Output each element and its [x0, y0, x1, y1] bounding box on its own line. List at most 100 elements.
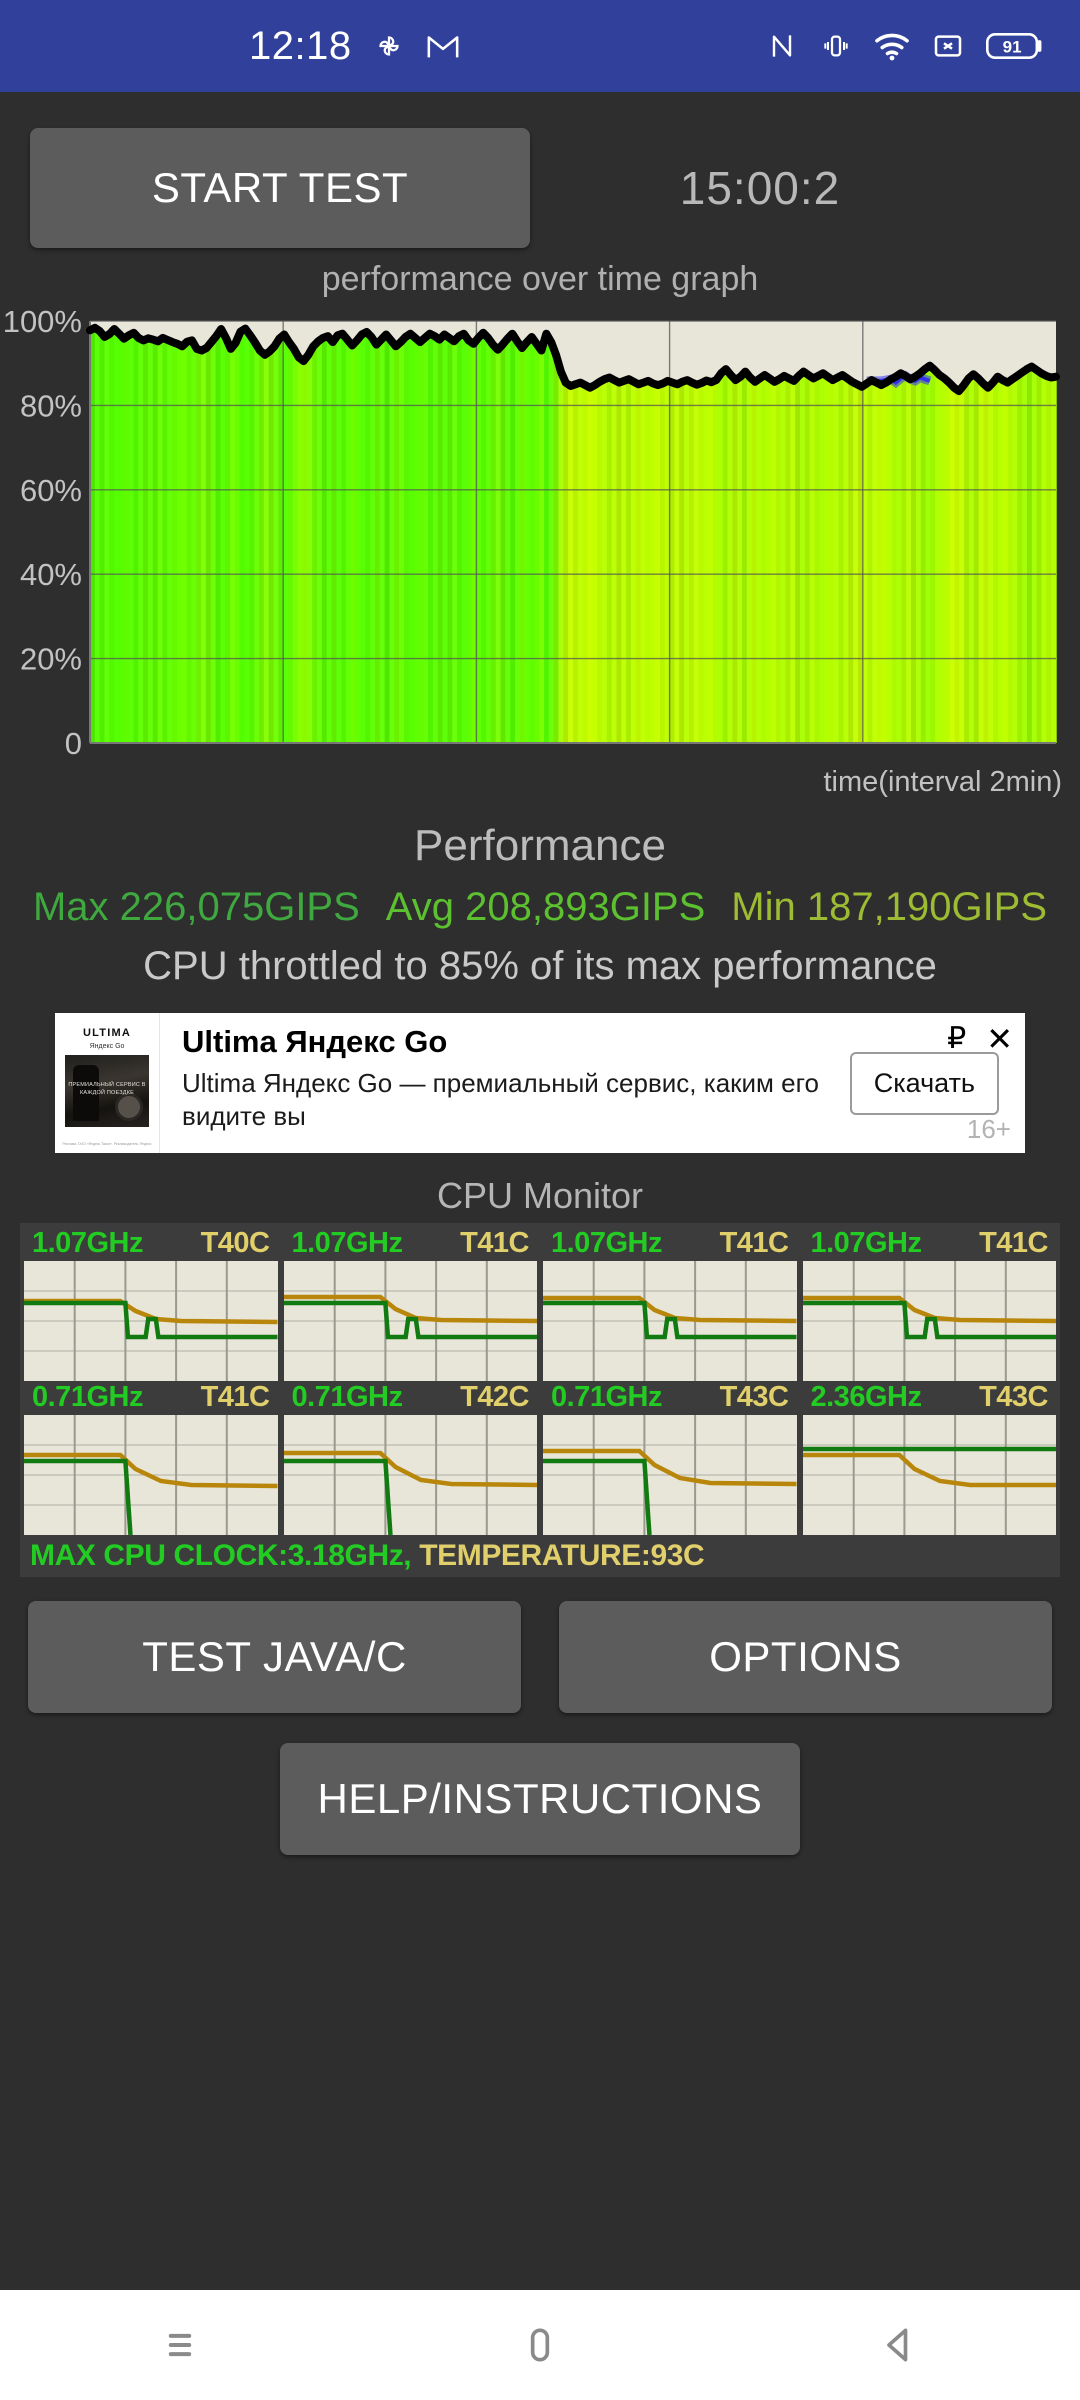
- ad-text-block: Ultima Яндекс Go Ultima Яндекс Go — прем…: [160, 1013, 850, 1153]
- chart-y-tick: 100%: [3, 304, 82, 339]
- ad-title: Ultima Яндекс Go: [182, 1024, 448, 1059]
- cpu-core-2: 1.07GHz T41C: [543, 1227, 797, 1381]
- cpu-core-temp: T40C: [200, 1227, 270, 1259]
- test-java-c-button[interactable]: TEST JAVA/C: [28, 1601, 521, 1713]
- performance-chart-svg: 0 20% 40% 60% 80% 100%: [3, 304, 1060, 761]
- cpu-core-3: 1.07GHz T41C: [802, 1227, 1057, 1381]
- battery-level: 91: [1003, 38, 1022, 57]
- cpu-core-temp: T41C: [460, 1227, 529, 1259]
- cpu-monitor-panel: 1.07GHz T40C 1.07GHz T41C 1.07GHz T41C 1.07GHz…: [20, 1223, 1060, 1577]
- cpu-core-clock: 0.71GHz: [32, 1381, 143, 1413]
- nfc-icon: [766, 30, 798, 62]
- ad-thumb-subtitle: Яндекс Go: [89, 1043, 125, 1050]
- ad-description: Ultima Яндекс Go — премиальный сервис, к…: [182, 1068, 819, 1131]
- cpu-core-header: 1.07GHz T41C: [284, 1227, 538, 1261]
- cpu-core-row: 0.71GHz T41C 0.71GHz T42C 0.71GHz T43C 2.36GHz…: [24, 1381, 1056, 1535]
- status-bar: 12:18 91: [0, 0, 1080, 92]
- cpu-core-clock: 2.36GHz: [810, 1381, 922, 1413]
- performance-heading: Performance: [414, 821, 666, 870]
- max-temperature: TEMPERATURE:93C: [419, 1539, 705, 1572]
- back-icon[interactable]: [840, 2290, 960, 2400]
- wifi-icon: [874, 31, 910, 61]
- cpu-core-clock: 1.07GHz: [810, 1227, 922, 1259]
- options-button[interactable]: OPTIONS: [559, 1601, 1052, 1713]
- ad-meta: ₽ ✕: [947, 1021, 1013, 1056]
- help-button-row: HELP/INSTRUCTIONS: [0, 1713, 1080, 1855]
- ad-thumb-caption: ПРЕМИАЛЬНЫЙ СЕРВИС В КАЖДОЙ ПОЕЗДКЕ: [68, 1082, 146, 1097]
- cpu-core-graph: [283, 1415, 537, 1535]
- action-button-row: TEST JAVA/C OPTIONS: [0, 1577, 1080, 1713]
- performance-min: Min 187,190GIPS: [731, 885, 1048, 929]
- cpu-core-0: 1.07GHz T40C: [24, 1227, 278, 1381]
- ad-thumbnail: ULTIMA Яндекс Go ПРЕМИАЛЬНЫЙ СЕРВИС В КА…: [55, 1013, 160, 1153]
- performance-chart: 0 20% 40% 60% 80% 100% time(interval 2min): [0, 303, 1080, 803]
- recents-icon[interactable]: [120, 2290, 240, 2400]
- cpu-core-graph: [802, 1415, 1056, 1535]
- cpu-core-1: 1.07GHz T41C: [283, 1227, 538, 1381]
- ad-thumb-footer: Реклама. ООО «Яндекс.Такси». Рекламодате…: [62, 1142, 152, 1146]
- chart-x-axis-label: time(interval 2min): [823, 766, 1063, 798]
- cpu-core-temp: T41C: [979, 1227, 1048, 1259]
- cpu-core-clock: 1.07GHz: [291, 1227, 403, 1259]
- cpu-core-7: 2.36GHz T43C: [802, 1381, 1057, 1535]
- cpu-core-clock: 0.71GHz: [551, 1381, 662, 1413]
- chart-y-tick: 0: [65, 726, 82, 761]
- cpu-core-clock: 1.07GHz: [32, 1227, 143, 1259]
- performance-max: Max 226,075GIPS: [32, 885, 360, 929]
- cpu-core-temp: T43C: [979, 1381, 1048, 1413]
- cpu-monitor-footer: MAX CPU CLOCK:3.18GHz, TEMPERATURE:93C: [24, 1535, 1056, 1575]
- cpu-core-4: 0.71GHz T41C: [24, 1381, 278, 1535]
- ad-thumb-brand: ULTIMA: [83, 1027, 131, 1039]
- status-bar-right: 91: [766, 30, 1046, 62]
- cpu-core-graph: [24, 1415, 278, 1535]
- cpu-core-graph: [24, 1261, 278, 1381]
- cpu-core-clock: 0.71GHz: [291, 1381, 403, 1413]
- android-navigation-bar: [0, 2290, 1080, 2400]
- chart-y-tick: 20%: [20, 642, 82, 677]
- cpu-core-temp: T42C: [460, 1381, 529, 1413]
- chart-title: performance over time graph: [321, 260, 759, 298]
- cpu-core-clock: 1.07GHz: [551, 1227, 662, 1259]
- throttle-note: CPU throttled to 85% of its max performa…: [143, 944, 937, 988]
- cpu-core-header: 1.07GHz T41C: [543, 1227, 797, 1261]
- ad-banner[interactable]: ULTIMA Яндекс Go ПРЕМИАЛЬНЫЙ СЕРВИС В КА…: [55, 1013, 1025, 1153]
- cpu-core-header: 2.36GHz T43C: [803, 1381, 1057, 1415]
- status-clock: 12:18: [249, 23, 352, 68]
- start-test-button[interactable]: START TEST: [30, 128, 530, 248]
- ad-download-button[interactable]: Скачать: [849, 1051, 999, 1115]
- performance-stats: Max 226,075GIPS Avg 208,893GIPS Min 187,…: [0, 885, 1080, 930]
- cpu-core-header: 1.07GHz T40C: [24, 1227, 278, 1261]
- help-instructions-button[interactable]: HELP/INSTRUCTIONS: [280, 1743, 800, 1855]
- cpu-core-temp: T43C: [719, 1381, 789, 1413]
- chart-y-tick: 60%: [20, 473, 82, 508]
- top-toolbar: START TEST 15:00:2: [0, 92, 1080, 258]
- cpu-core-row: 1.07GHz T40C 1.07GHz T41C 1.07GHz T41C 1.07GHz…: [24, 1227, 1056, 1381]
- cpu-core-header: 0.71GHz T43C: [543, 1381, 797, 1415]
- cpu-core-header: 0.71GHz T42C: [284, 1381, 538, 1415]
- chart-y-tick: 40%: [20, 557, 82, 592]
- max-cpu-clock: MAX CPU CLOCK:3.18GHz,: [30, 1539, 412, 1572]
- close-icon[interactable]: ✕: [986, 1023, 1013, 1055]
- no-sim-icon: [932, 31, 964, 61]
- performance-avg: Avg 208,893GIPS: [385, 885, 706, 929]
- cpu-core-6: 0.71GHz T43C: [543, 1381, 797, 1535]
- cpu-core-header: 0.71GHz T41C: [24, 1381, 278, 1415]
- cpu-core-5: 0.71GHz T42C: [283, 1381, 538, 1535]
- cpu-core-graph: [802, 1261, 1056, 1381]
- chart-y-tick: 80%: [20, 388, 82, 423]
- status-bar-left: 12:18: [249, 24, 460, 69]
- cpu-core-temp: T41C: [200, 1381, 270, 1413]
- cpu-core-graph: [543, 1415, 797, 1535]
- ruble-icon: ₽: [947, 1022, 967, 1055]
- timer-display: 15:00:2: [679, 162, 841, 214]
- ad-age-rating: 16+: [966, 1114, 1011, 1144]
- vibrate-icon: [820, 30, 852, 62]
- gmail-icon: [426, 31, 460, 61]
- cpu-core-graph: [283, 1261, 537, 1381]
- battery-icon: 91: [986, 30, 1046, 62]
- home-icon[interactable]: [480, 2290, 600, 2400]
- cpu-core-header: 1.07GHz T41C: [803, 1227, 1057, 1261]
- cpu-core-temp: T41C: [719, 1227, 789, 1259]
- photos-icon: [372, 29, 406, 63]
- cpu-core-graph: [543, 1261, 797, 1381]
